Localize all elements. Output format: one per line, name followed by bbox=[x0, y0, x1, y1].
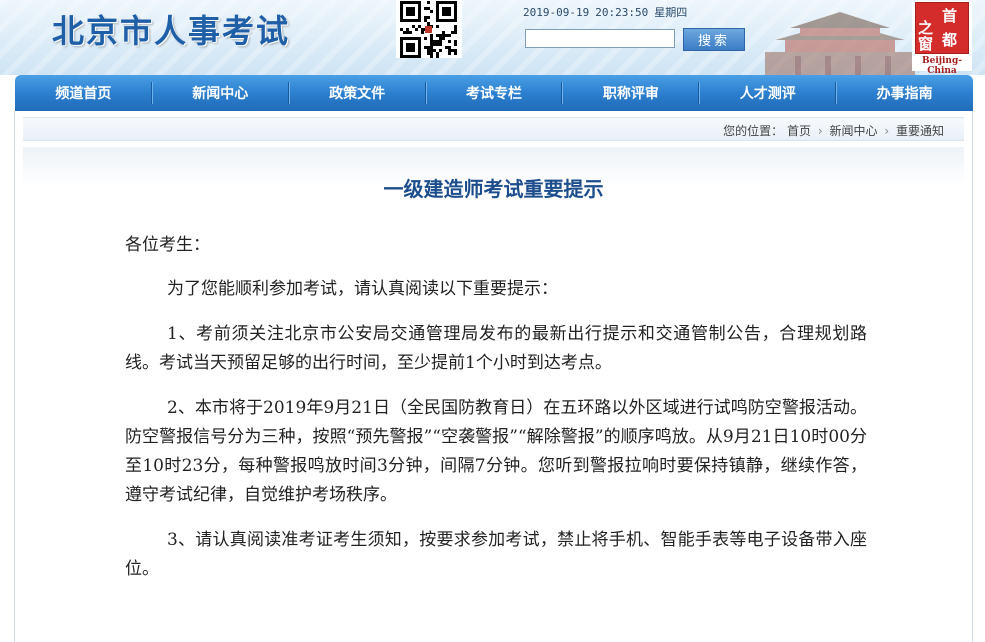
breadcrumb-item-notice[interactable]: 重要通知 bbox=[896, 124, 944, 138]
tiananmen-illustration bbox=[765, 12, 915, 75]
search-input[interactable] bbox=[525, 29, 675, 48]
logo-seal: 之 首 窗 都 bbox=[915, 2, 969, 54]
breadcrumb-bar: 您的位置： 首页 › 新闻中心 › 重要通知 bbox=[23, 117, 964, 141]
nav-item-titles[interactable]: 职称评审 bbox=[562, 75, 699, 111]
nav-item-exams[interactable]: 考试专栏 bbox=[425, 75, 563, 111]
qr-code-icon bbox=[396, 0, 462, 58]
nav-item-policy[interactable]: 政策文件 bbox=[288, 75, 426, 111]
logo-char-3: 窗 bbox=[918, 35, 934, 53]
breadcrumb-item-home[interactable]: 首页 bbox=[787, 124, 811, 138]
content-panel: 您的位置： 首页 › 新闻中心 › 重要通知 一级建造师考试重要提示 各位考生：… bbox=[14, 111, 973, 642]
article-greeting: 各位考生： bbox=[125, 235, 210, 255]
chevron-right-icon: › bbox=[817, 124, 823, 138]
header-datetime: 2019-09-19 20:23:50 星期四 bbox=[523, 4, 693, 20]
beijing-logo[interactable]: 之 首 窗 都 Beijing-China bbox=[912, 1, 972, 76]
article-title: 一级建造师考试重要提示 bbox=[383, 177, 604, 201]
breadcrumb: 您的位置： 首页 › 新闻中心 › 重要通知 bbox=[723, 122, 944, 139]
nav-item-home[interactable]: 频道首页 bbox=[15, 75, 152, 111]
header-time: 20:23:50 bbox=[595, 6, 649, 19]
article-paragraph: 3、请认真阅读准考证考生须知，按要求参加考试，禁止将手机、智能手表等电子设备带入… bbox=[125, 530, 867, 579]
search-button[interactable]: 搜索 bbox=[683, 28, 745, 51]
breadcrumb-item-news[interactable]: 新闻中心 bbox=[830, 124, 878, 138]
article-paragraph: 2、本市将于2019年9月21日（全民国防教育日）在五环路以外区域进行试鸣防空警… bbox=[125, 398, 867, 505]
article-paragraph: 1、考前须关注北京市公安局交通管理局发布的最新出行提示和交通管制公告，合理规划路… bbox=[125, 324, 867, 373]
logo-caption: Beijing-China bbox=[922, 56, 962, 76]
logo-char-4: 都 bbox=[942, 31, 958, 49]
logo-char-2: 首 bbox=[942, 7, 958, 25]
site-title[interactable]: 北京市人事考试 bbox=[52, 6, 290, 52]
nav-item-assessment[interactable]: 人才测评 bbox=[699, 75, 836, 111]
chevron-right-icon: › bbox=[884, 124, 890, 138]
header-date: 2019-09-19 bbox=[523, 6, 590, 19]
site-header: 北京市人事考试 2019-09-19 20:23:50 星期四 搜索 之 首 窗 都… bbox=[0, 0, 985, 76]
nav-item-guide[interactable]: 办事指南 bbox=[836, 75, 973, 111]
main-nav: 频道首页 新闻中心 政策文件 考试专栏 职称评审 人才测评 办事指南 bbox=[15, 75, 973, 111]
article-body: 各位考生： 为了您能顺利参加考试，请认真阅读以下重要提示： 1、考前须关注北京市… bbox=[125, 231, 867, 600]
nav-item-news[interactable]: 新闻中心 bbox=[151, 75, 289, 111]
header-weekday: 星期四 bbox=[654, 6, 688, 19]
article-intro: 为了您能顺利参加考试，请认真阅读以下重要提示： bbox=[167, 279, 558, 299]
breadcrumb-prefix: 您的位置： bbox=[723, 124, 784, 138]
